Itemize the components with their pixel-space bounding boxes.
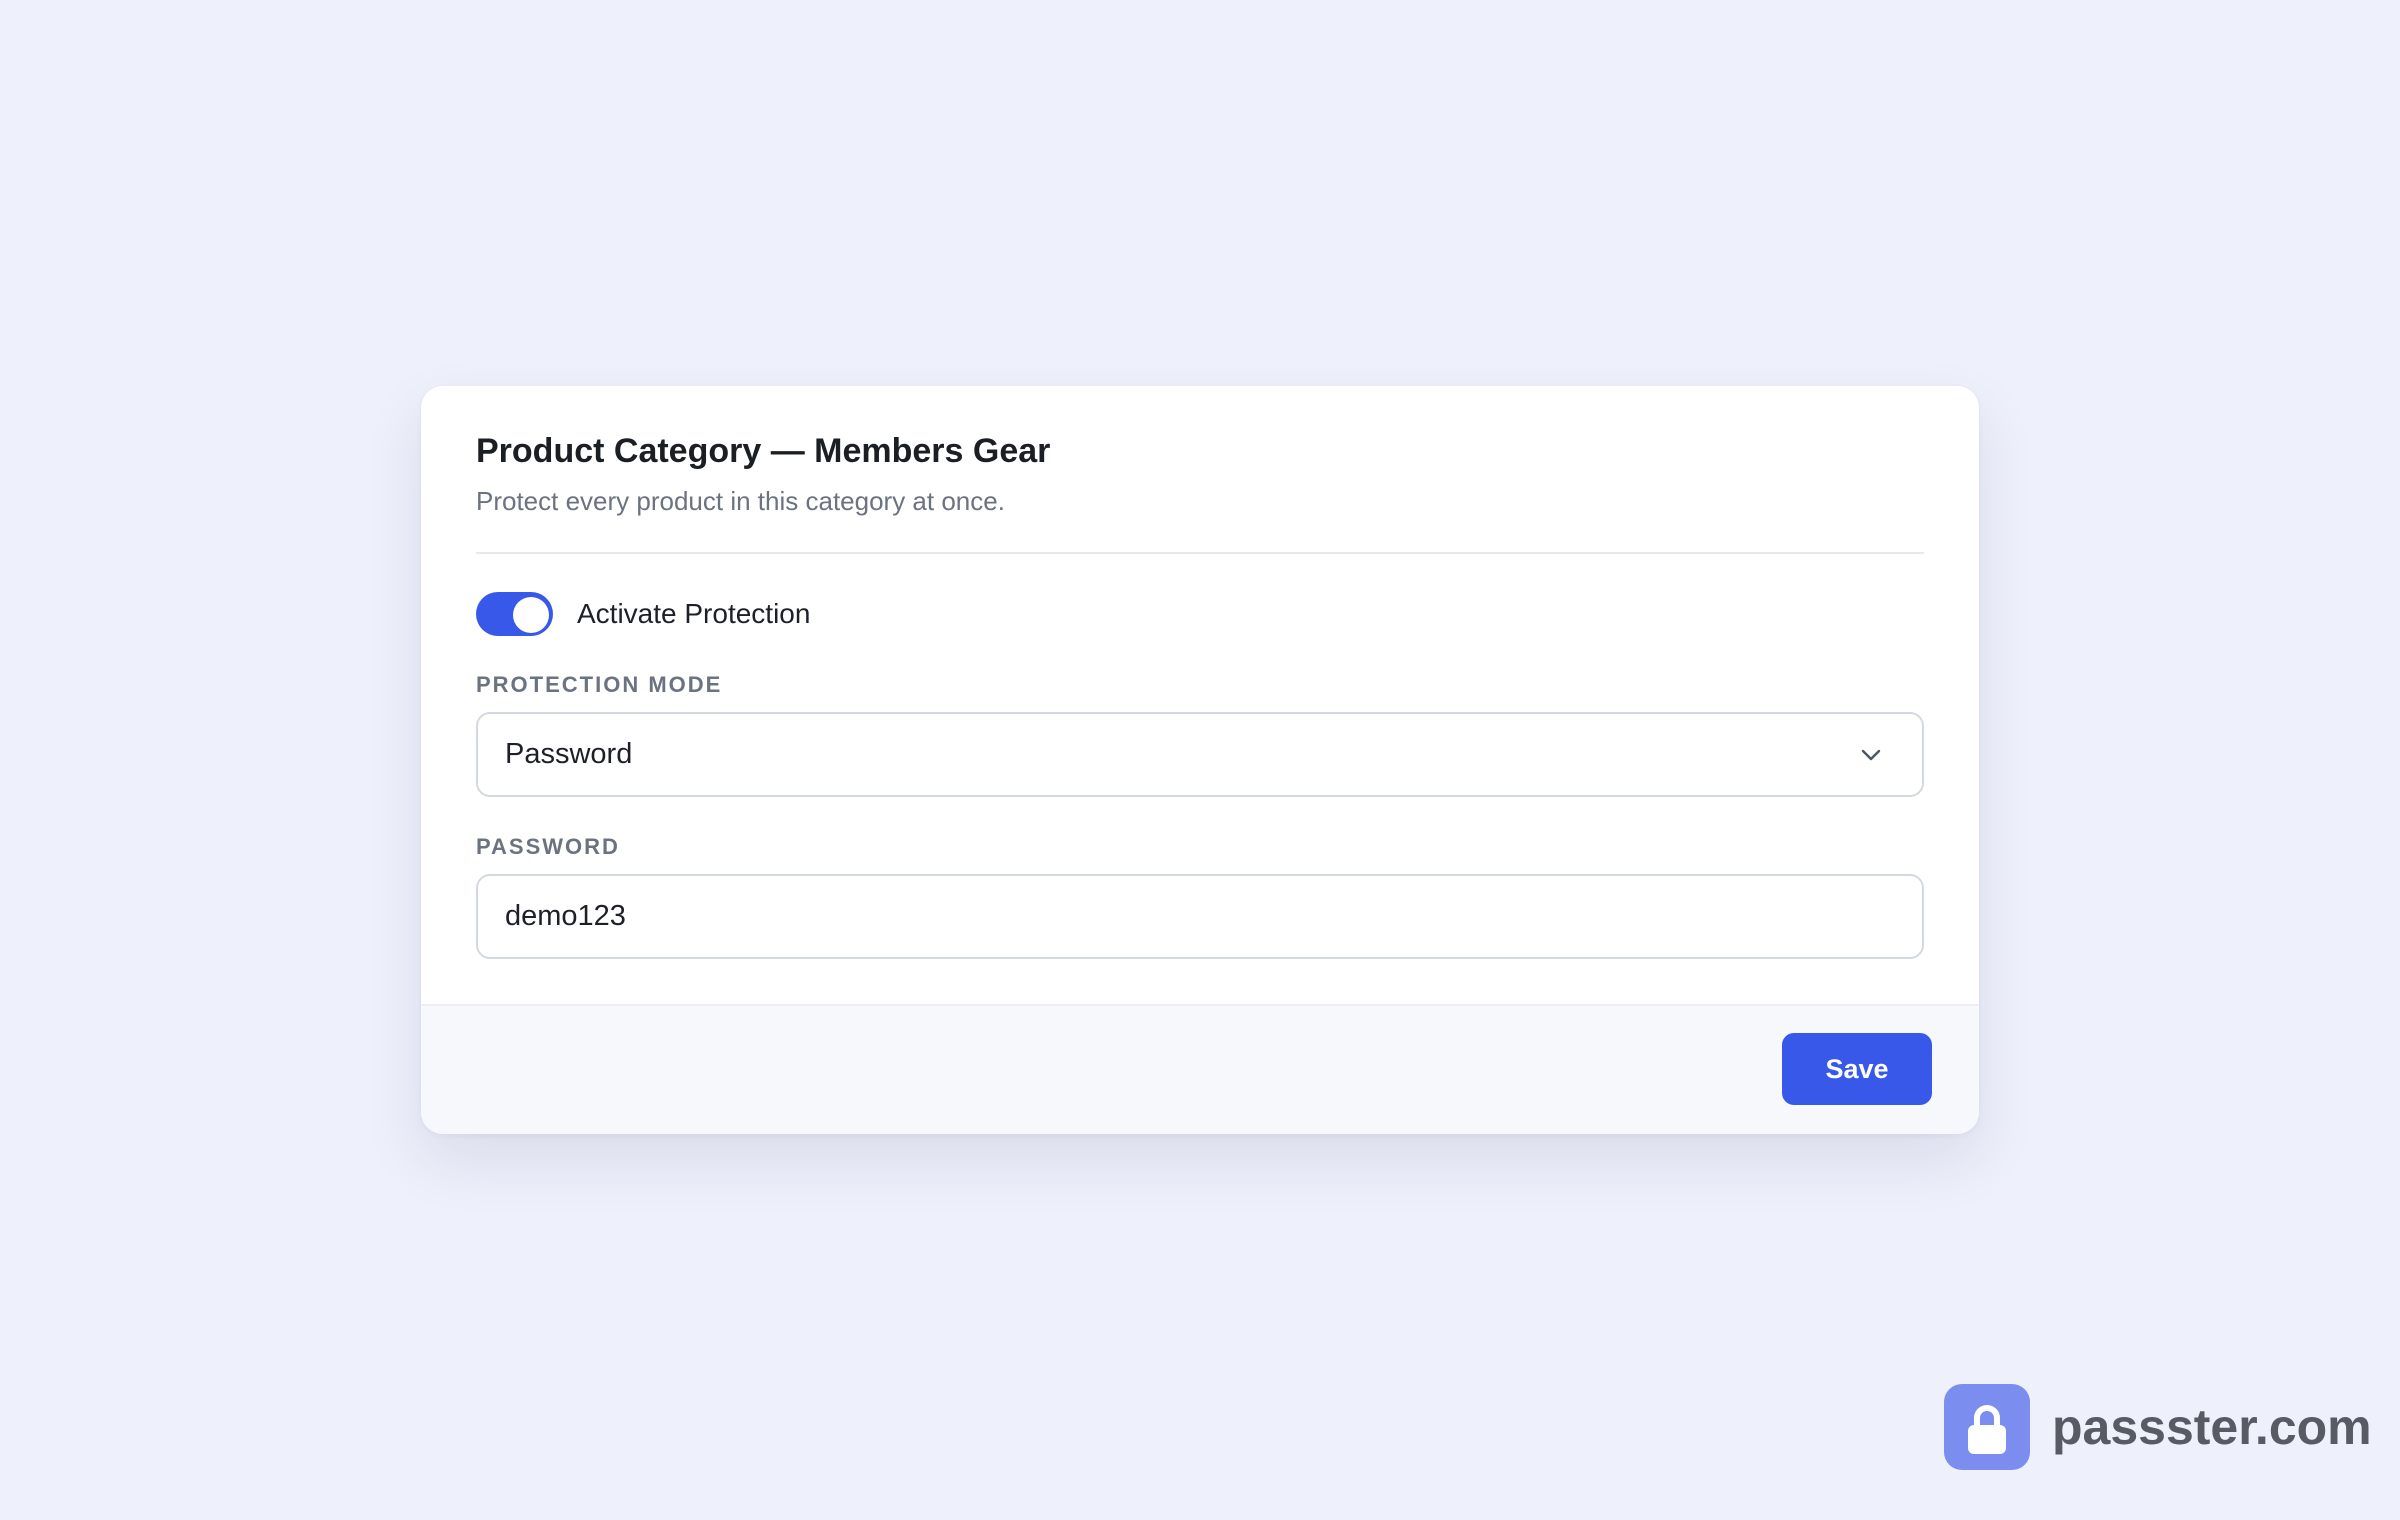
card-subtitle: Protect every product in this category a… [476, 486, 1005, 516]
protection-settings-card: Product Category — Members Gear Protect … [421, 386, 1979, 1134]
save-button[interactable]: Save [1782, 1033, 1932, 1105]
password-input[interactable]: demo123 [476, 874, 1924, 959]
activate-protection-label[interactable]: Activate Protection [577, 598, 810, 630]
card-title: Product Category — Members Gear [476, 432, 1051, 470]
password-value: demo123 [505, 900, 626, 932]
protection-mode-select[interactable]: Password [476, 712, 1924, 797]
activate-protection-toggle[interactable] [476, 592, 553, 636]
password-label: PASSWORD [476, 834, 620, 859]
lock-icon [1944, 1384, 2030, 1470]
brand-name: passster.com [2052, 1399, 2372, 1455]
brand-badge: passster.com [1944, 1384, 2372, 1470]
toggle-knob [513, 597, 549, 633]
protection-mode-label: PROTECTION MODE [476, 672, 723, 697]
activate-protection-row: Activate Protection [476, 592, 810, 636]
protection-mode-value: Password [505, 738, 633, 770]
card-footer: Save [421, 1004, 1979, 1134]
chevron-down-icon [1861, 749, 1881, 761]
header-divider [476, 552, 1924, 554]
